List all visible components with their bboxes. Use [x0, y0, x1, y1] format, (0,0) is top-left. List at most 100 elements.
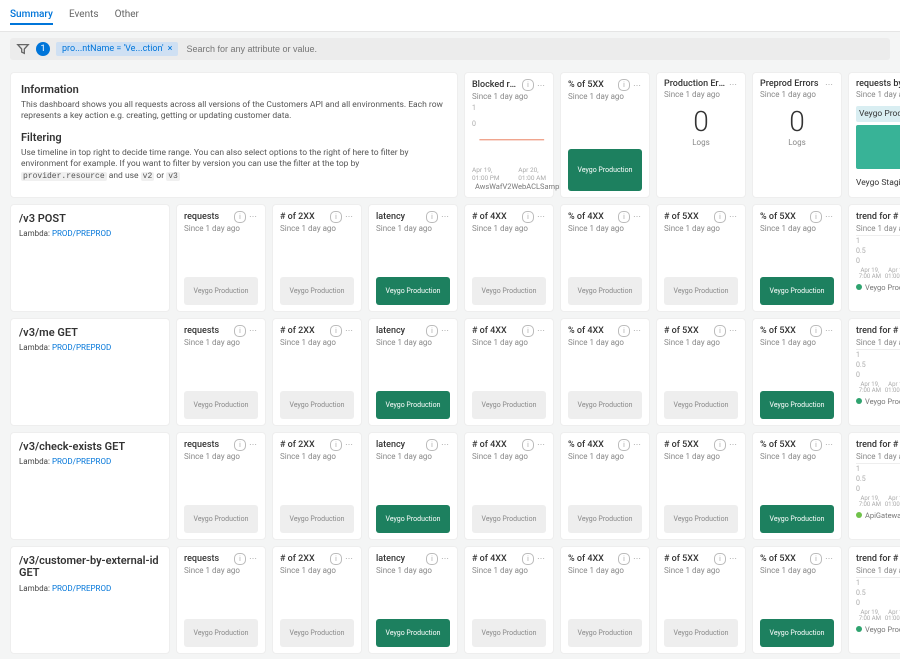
more-icon[interactable]: ⋯	[249, 212, 258, 221]
info-icon[interactable]: i	[330, 553, 342, 565]
more-icon[interactable]: ⋯	[825, 326, 834, 335]
info-icon[interactable]: i	[714, 439, 726, 451]
more-icon[interactable]: ⋯	[441, 440, 450, 449]
info-icon[interactable]: i	[234, 439, 246, 451]
info-icon[interactable]: i	[618, 439, 630, 451]
time-range: Since 1 day ago	[568, 338, 642, 347]
info-icon[interactable]: i	[810, 211, 822, 223]
metric-card-p4xx: % of 4XXi⋯Since 1 day agoVeygo Productio…	[560, 432, 650, 540]
lambda-label: Lambda: PROD/PREPROD	[19, 229, 161, 238]
more-icon[interactable]: ⋯	[537, 554, 546, 563]
more-icon[interactable]: ⋯	[345, 212, 354, 221]
info-icon[interactable]: i	[426, 211, 438, 223]
time-range: Since 1 day ago	[376, 452, 450, 461]
filter-icon[interactable]	[16, 42, 30, 56]
env-row-staging[interactable]: Veygo Staging	[856, 178, 900, 188]
info-icon[interactable]: i	[330, 439, 342, 451]
more-icon[interactable]: ⋯	[345, 326, 354, 335]
more-icon[interactable]: ⋯	[633, 440, 642, 449]
preprod-errors-card: Preprod Errors⋯ Since 1 day ago 0 Logs	[752, 72, 842, 198]
info-icon[interactable]: i	[234, 553, 246, 565]
info-icon[interactable]: i	[714, 211, 726, 223]
more-icon[interactable]: ⋯	[633, 554, 642, 563]
more-icon[interactable]: ⋯	[825, 440, 834, 449]
lambda-link[interactable]: PROD/PREPROD	[52, 343, 111, 352]
info-icon[interactable]: i	[618, 553, 630, 565]
info-icon[interactable]: i	[522, 211, 534, 223]
metric-card-n5xx: # of 5XXi⋯Since 1 day agoVeygo Productio…	[656, 318, 746, 426]
more-icon[interactable]: ⋯	[441, 212, 450, 221]
info-icon[interactable]: i	[330, 211, 342, 223]
more-icon[interactable]: ⋯	[537, 440, 546, 449]
info-icon[interactable]: i	[522, 439, 534, 451]
env-row-production[interactable]: Veygo Production	[856, 106, 900, 122]
info-icon[interactable]: i	[522, 325, 534, 337]
card-title: # of 4XX	[472, 554, 519, 564]
card-title: # of 4XX	[472, 212, 519, 222]
lambda-label: Lambda: PROD/PREPROD	[19, 343, 161, 352]
info-icon[interactable]: i	[426, 553, 438, 565]
info-icon[interactable]: i	[330, 325, 342, 337]
more-icon[interactable]: ⋯	[729, 326, 738, 335]
more-icon[interactable]: ⋯	[633, 326, 642, 335]
info-icon[interactable]: i	[618, 211, 630, 223]
time-range: Since 1 day ago	[184, 338, 258, 347]
more-icon[interactable]: ⋯	[249, 326, 258, 335]
info-icon[interactable]: i	[426, 325, 438, 337]
more-icon[interactable]: ⋯	[633, 81, 642, 90]
filter-input[interactable]	[184, 43, 884, 55]
tab-events[interactable]: Events	[69, 6, 99, 25]
more-icon[interactable]: ⋯	[249, 440, 258, 449]
legend-label: Veygo Production	[865, 283, 900, 292]
more-icon[interactable]: ⋯	[441, 326, 450, 335]
more-icon[interactable]: ⋯	[345, 440, 354, 449]
more-icon[interactable]: ⋯	[729, 440, 738, 449]
close-icon[interactable]: ×	[168, 44, 173, 54]
lambda-link[interactable]: PROD/PREPROD	[52, 229, 111, 238]
more-icon[interactable]: ⋯	[537, 81, 546, 90]
more-icon[interactable]: ⋯	[825, 212, 834, 221]
time-range: Since 1 day ago	[664, 338, 738, 347]
env-bar	[856, 125, 900, 169]
trend-axis: Apr 19, 7:00 AMApr 19, 01:00 PMApr 19, 0…	[856, 610, 900, 623]
info-icon[interactable]: i	[426, 439, 438, 451]
more-icon[interactable]: ⋯	[537, 212, 546, 221]
card-title: requests by environment (filter)	[856, 79, 900, 89]
chart-thumb: Veygo Production	[184, 505, 258, 533]
more-icon[interactable]: ⋯	[345, 554, 354, 563]
info-icon[interactable]: i	[810, 325, 822, 337]
tab-summary[interactable]: Summary	[10, 6, 53, 25]
info-icon[interactable]: i	[522, 553, 534, 565]
more-icon[interactable]: ⋯	[249, 554, 258, 563]
lambda-link[interactable]: PROD/PREPROD	[52, 584, 111, 593]
xtick: Apr 19, 7:00 AM	[856, 268, 884, 281]
more-icon[interactable]: ⋯	[729, 554, 738, 563]
info-icon[interactable]: i	[234, 325, 246, 337]
info-icon[interactable]: i	[810, 439, 822, 451]
card-title: # of 5XX	[664, 212, 711, 222]
trend-axis: Apr 19, 7:00 AMApr 19, 01:00 PMApr 19, 0…	[856, 268, 900, 281]
time-range: Since 1 day ago	[472, 338, 546, 347]
more-icon[interactable]: ⋯	[633, 212, 642, 221]
info-icon[interactable]: i	[618, 79, 630, 91]
lambda-link[interactable]: PROD/PREPROD	[52, 457, 111, 466]
metric-card-requests: requestsi⋯Since 1 day agoVeygo Productio…	[176, 546, 266, 654]
time-range: Since 1 day ago	[856, 338, 900, 347]
more-icon[interactable]: ⋯	[729, 212, 738, 221]
more-icon[interactable]: ⋯	[825, 80, 834, 89]
info-icon[interactable]: i	[618, 325, 630, 337]
info-icon[interactable]: i	[810, 553, 822, 565]
legend-label: Veygo Production	[865, 397, 900, 406]
info-icon[interactable]: i	[714, 325, 726, 337]
more-icon[interactable]: ⋯	[729, 80, 738, 89]
more-icon[interactable]: ⋯	[825, 554, 834, 563]
info-icon[interactable]: i	[234, 211, 246, 223]
metric-card-p5xx: % of 5XXi⋯Since 1 day agoVeygo Productio…	[752, 546, 842, 654]
info-icon[interactable]: i	[714, 553, 726, 565]
ytick: 0	[472, 119, 476, 129]
more-icon[interactable]: ⋯	[441, 554, 450, 563]
tab-other[interactable]: Other	[115, 6, 139, 25]
more-icon[interactable]: ⋯	[537, 326, 546, 335]
info-icon[interactable]: i	[522, 79, 534, 91]
filter-chip[interactable]: pro...ntName = 'Ve...ction' ×	[56, 42, 178, 56]
